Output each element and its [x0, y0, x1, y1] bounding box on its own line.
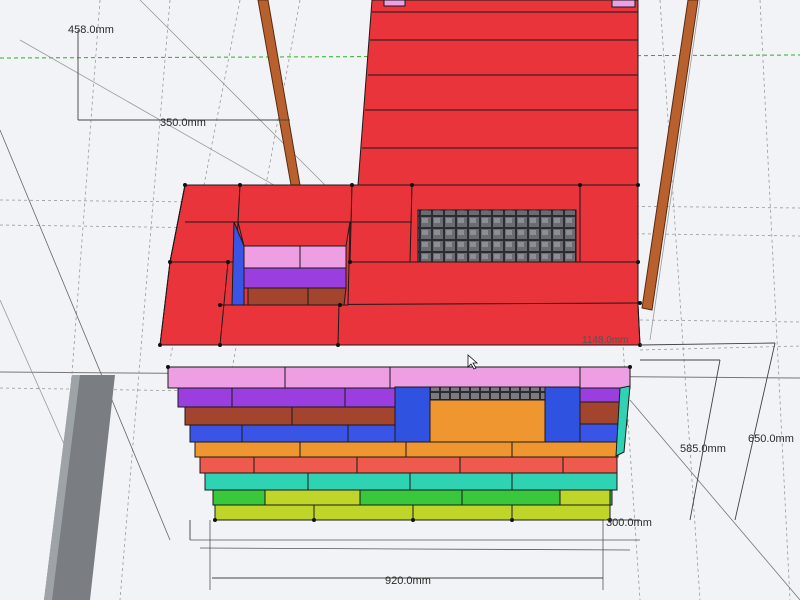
dim-label-right-height-1: 585.0mm: [680, 443, 726, 455]
dim-label-total-height: 1148.0mm: [582, 335, 629, 346]
support-column[interactable]: [44, 375, 115, 600]
dim-label-right-height-2: 650.0mm: [748, 433, 794, 445]
course-salmon: [199, 455, 618, 474]
top-slab[interactable]: [159, 0, 641, 346]
dim-label-bottom-width: 920.0mm: [385, 575, 431, 587]
dim-label-top-left-depth: 350.0mm: [160, 117, 206, 129]
model-viewport[interactable]: 458.0mm 350.0mm 1148.0mm 585.0mm 650.0mm…: [0, 0, 800, 600]
dim-label-top-left-width: 458.0mm: [68, 24, 114, 36]
dim-label-bottom-depth: 300.0mm: [606, 517, 652, 529]
course-teal: [204, 471, 618, 491]
course-pink: [167, 366, 631, 389]
